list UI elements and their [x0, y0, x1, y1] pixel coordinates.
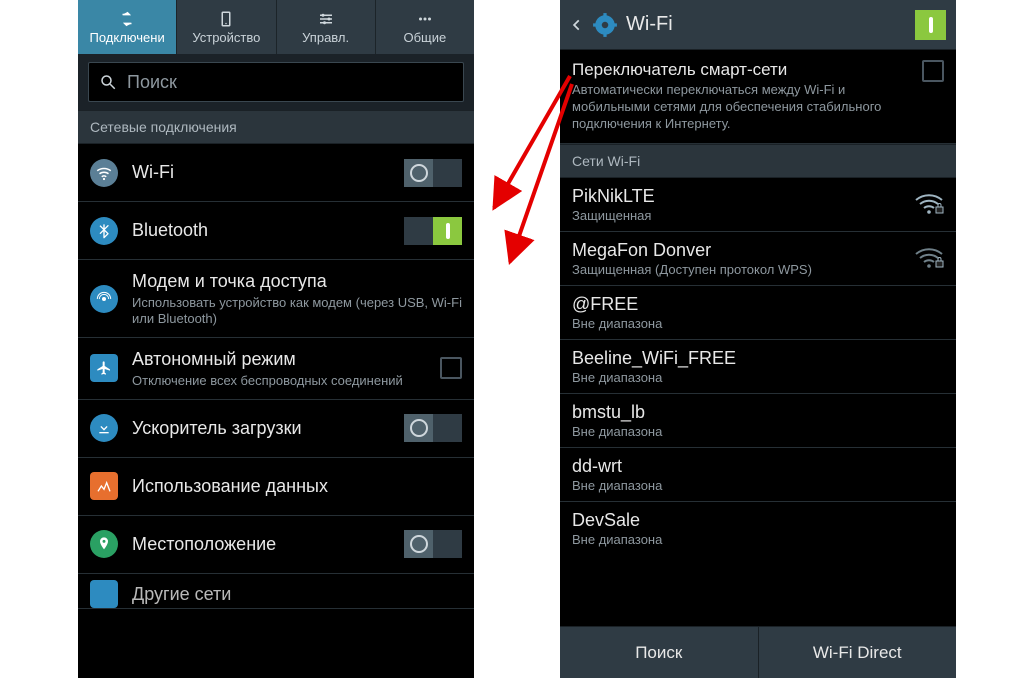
more-networks-icon: [90, 580, 118, 608]
header-title: Wi-Fi: [626, 13, 876, 36]
wifi-status: Вне диапазона: [572, 532, 944, 547]
wifi-ssid: dd-wrt: [572, 456, 944, 477]
row-smart-switch[interactable]: Переключатель смарт-сети Автоматически п…: [560, 50, 956, 144]
wifi-network-row[interactable]: bmstu_lb Вне диапазона: [560, 394, 956, 448]
booster-toggle[interactable]: [404, 414, 462, 442]
wifi-signal-locked-icon: [914, 193, 944, 215]
location-icon: [90, 530, 118, 558]
scan-button[interactable]: Поиск: [560, 627, 759, 678]
row-tethering[interactable]: Модем и точка доступа Использовать устро…: [78, 260, 474, 338]
wifi-status: Защищенная (Доступен протокол WPS): [572, 262, 902, 277]
row-sub: Использовать устройство как модем (через…: [132, 295, 462, 328]
wifi-status: Вне диапазона: [572, 478, 944, 493]
row-label: Модем и точка доступа: [132, 270, 462, 293]
tab-label: Подключени: [90, 30, 165, 45]
wifi-icon: [90, 159, 118, 187]
row-label: Местоположение: [132, 533, 390, 556]
row-airplane[interactable]: Автономный режим Отключение всех беспров…: [78, 338, 474, 400]
wifi-status: Вне диапазона: [572, 316, 944, 331]
tab-general[interactable]: Общие: [376, 0, 474, 54]
wifi-ssid: Beeline_WiFi_FREE: [572, 348, 944, 369]
sliders-icon: [317, 10, 335, 28]
section-network-connections: Сетевые подключения: [78, 110, 474, 144]
wifi-bottom-buttons: Поиск Wi-Fi Direct: [560, 626, 956, 678]
row-more-networks[interactable]: Другие сети: [78, 574, 474, 609]
wifi-network-row[interactable]: dd-wrt Вне диапазона: [560, 448, 956, 502]
tethering-icon: [90, 285, 118, 313]
smart-switch-title: Переключатель смарт-сети: [572, 60, 912, 80]
row-sub: Отключение всех беспроводных соединений: [132, 373, 426, 389]
row-label: Bluetooth: [132, 219, 390, 242]
bluetooth-toggle[interactable]: [404, 217, 462, 245]
wifi-status: Вне диапазона: [572, 424, 944, 439]
wifi-screen: Wi-Fi Переключатель смарт-сети Автоматич…: [560, 0, 956, 678]
row-location[interactable]: Местоположение: [78, 516, 474, 574]
row-label: Другие сети: [132, 583, 462, 606]
search-icon: [99, 73, 117, 91]
wifi-network-row[interactable]: PikNikLTE Защищенная: [560, 178, 956, 232]
row-label: Wi-Fi: [132, 161, 390, 184]
back-icon[interactable]: [570, 18, 584, 32]
wifi-network-row[interactable]: MegaFon Donver Защищенная (Доступен прот…: [560, 232, 956, 286]
row-label: Автономный режим: [132, 348, 426, 371]
connections-icon: [118, 10, 136, 28]
airplane-icon: [90, 354, 118, 382]
wifi-status: Вне диапазона: [572, 370, 944, 385]
location-toggle[interactable]: [404, 530, 462, 558]
settings-screen: Подключени Устройство Управл. Общие Поис…: [78, 0, 474, 678]
tab-label: Общие: [404, 30, 447, 45]
wifi-master-toggle[interactable]: [884, 10, 946, 40]
device-icon: [217, 10, 235, 28]
wifi-network-row[interactable]: @FREE Вне диапазона: [560, 286, 956, 340]
wifi-ssid: bmstu_lb: [572, 402, 944, 423]
row-wifi[interactable]: Wi-Fi: [78, 144, 474, 202]
airplane-checkbox[interactable]: [440, 357, 462, 379]
row-data-usage[interactable]: Использование данных: [78, 458, 474, 516]
row-bluetooth[interactable]: Bluetooth: [78, 202, 474, 260]
row-download-booster[interactable]: Ускоритель загрузки: [78, 400, 474, 458]
wifi-toggle[interactable]: [404, 159, 462, 187]
wifi-direct-button[interactable]: Wi-Fi Direct: [759, 627, 957, 678]
wifi-ssid: @FREE: [572, 294, 944, 315]
tab-label: Управл.: [302, 30, 349, 45]
wifi-ssid: PikNikLTE: [572, 186, 902, 207]
search-row: Поиск: [78, 54, 474, 110]
search-input[interactable]: Поиск: [88, 62, 464, 102]
wifi-network-row[interactable]: DevSale Вне диапазона: [560, 502, 956, 555]
tab-device[interactable]: Устройство: [177, 0, 276, 54]
data-usage-icon: [90, 472, 118, 500]
settings-gear-icon: [592, 12, 618, 38]
row-label: Ускоритель загрузки: [132, 417, 390, 440]
row-label: Использование данных: [132, 475, 462, 498]
wifi-header: Wi-Fi: [560, 0, 956, 50]
wifi-ssid: MegaFon Donver: [572, 240, 902, 261]
more-icon: [416, 10, 434, 28]
download-booster-icon: [90, 414, 118, 442]
search-placeholder: Поиск: [127, 72, 177, 93]
bluetooth-icon: [90, 217, 118, 245]
section-wifi-networks: Сети Wi-Fi: [560, 144, 956, 178]
smart-switch-sub: Автоматически переключаться между Wi-Fi …: [572, 82, 912, 133]
smart-switch-checkbox[interactable]: [922, 60, 944, 82]
tab-controls[interactable]: Управл.: [277, 0, 376, 54]
tab-label: Устройство: [192, 30, 260, 45]
tab-connections[interactable]: Подключени: [78, 0, 177, 54]
wifi-ssid: DevSale: [572, 510, 944, 531]
wifi-network-row[interactable]: Beeline_WiFi_FREE Вне диапазона: [560, 340, 956, 394]
wifi-status: Защищенная: [572, 208, 902, 223]
wifi-signal-locked-icon: [914, 247, 944, 269]
settings-tabs: Подключени Устройство Управл. Общие: [78, 0, 474, 54]
